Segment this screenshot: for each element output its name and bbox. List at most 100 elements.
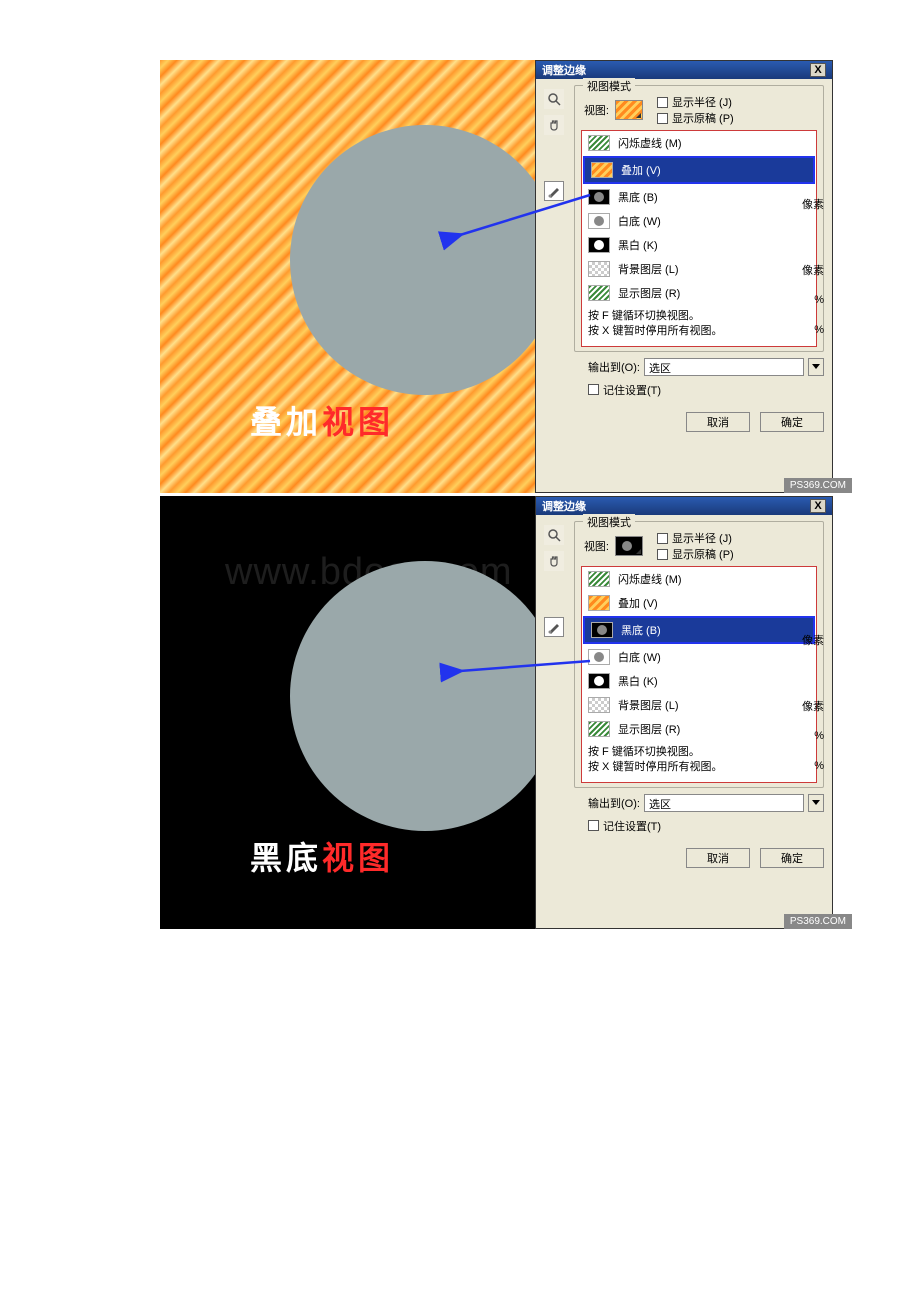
view-label: 视图: xyxy=(581,538,609,554)
dropdown-indicator-icon xyxy=(636,108,641,118)
view-swatch-button[interactable] xyxy=(615,536,643,556)
right-unit-labels: 像素像素%% xyxy=(784,625,824,811)
show-radius-checkbox[interactable]: 显示半径 (J) xyxy=(657,94,734,110)
checkbox-label: 显示原稿 (P) xyxy=(672,110,734,126)
view-mode-dropdown[interactable]: 闪烁虚线 (M)叠加 (V) 黑底 (B) 白底 (W) 黑白 (K) 背景图层 (L)… xyxy=(581,566,817,783)
view-mode-label: 黑白 (K) xyxy=(618,237,658,253)
tool-column xyxy=(544,525,566,643)
output-select[interactable]: 选区 xyxy=(644,358,804,376)
view-mode-thumb xyxy=(588,571,610,587)
dialog-titlebar[interactable]: 调整边缘 X xyxy=(536,497,832,515)
view-mode-item[interactable]: 闪烁虚线 (M) xyxy=(582,131,816,155)
view-mode-item[interactable]: 黑底 (B) xyxy=(582,185,816,209)
view-mode-item[interactable]: 显示图层 (R) xyxy=(582,281,816,305)
show-radius-checkbox[interactable]: 显示半径 (J) xyxy=(657,530,734,546)
remember-settings-checkbox[interactable]: 记住设置(T) xyxy=(588,382,824,398)
view-checkboxes: 显示半径 (J)显示原稿 (P) xyxy=(657,530,734,562)
dialog-button-row: 取消确定 xyxy=(536,408,832,436)
refine-brush-icon[interactable] xyxy=(544,617,564,637)
view-mode-dropdown[interactable]: 闪烁虚线 (M) 叠加 (V) 黑底 (B) 白底 (W) 黑白 (K) 背景图层 (L)… xyxy=(581,130,817,347)
dialog-title: 调整边缘 xyxy=(542,62,586,78)
screenshot-1: www.bdocx.com黑底视图调整边缘 X 视图模式视图: 显示半径 (J)显示原… xyxy=(160,496,852,929)
selection-circle xyxy=(290,561,535,831)
view-mode-item[interactable]: 闪烁虚线 (M) xyxy=(582,567,816,591)
group-title: 视图模式 xyxy=(583,514,635,530)
close-button[interactable]: X xyxy=(810,499,826,513)
watermark-brand: PS369.COM xyxy=(784,914,852,929)
ok-button[interactable]: 确定 xyxy=(760,412,824,432)
canvas-preview: www.bdocx.com黑底视图 xyxy=(160,496,535,929)
remember-settings-checkbox[interactable]: 记住设置(T) xyxy=(588,818,824,834)
view-mode-item[interactable]: 叠加 (V) xyxy=(582,591,816,615)
view-mode-thumb xyxy=(588,237,610,253)
canvas-caption: 叠加视图 xyxy=(250,397,394,443)
view-mode-thumb xyxy=(588,189,610,205)
checkbox-box[interactable] xyxy=(657,97,668,108)
view-mode-item[interactable]: 背景图层 (L) xyxy=(582,257,816,281)
dialog-titlebar[interactable]: 调整边缘 X xyxy=(536,61,832,79)
checkbox-label: 记住设置(T) xyxy=(603,382,661,398)
view-mode-label: 黑底 (B) xyxy=(618,189,658,205)
checkbox-box[interactable] xyxy=(588,384,599,395)
unit-label: 像素 xyxy=(784,691,824,721)
unit-label: 像素 xyxy=(784,255,824,285)
canvas-caption: 黑底视图 xyxy=(250,833,394,879)
hint-line: 按 F 键循环切换视图。 xyxy=(588,309,810,324)
cancel-button[interactable]: 取消 xyxy=(686,848,750,868)
checkbox-label: 记住设置(T) xyxy=(603,818,661,834)
view-swatch-button[interactable] xyxy=(615,100,643,120)
checkbox-box[interactable] xyxy=(657,113,668,124)
view-mode-thumb xyxy=(588,697,610,713)
output-label: 输出到(O): xyxy=(588,359,640,375)
view-mode-label: 黑白 (K) xyxy=(618,673,658,689)
view-mode-item[interactable]: 白底 (W) xyxy=(582,209,816,233)
output-select[interactable]: 选区 xyxy=(644,794,804,812)
view-mode-item[interactable]: 白底 (W) xyxy=(582,645,816,669)
view-mode-label: 白底 (W) xyxy=(618,213,661,229)
close-button[interactable]: X xyxy=(810,63,826,77)
output-label: 输出到(O): xyxy=(588,795,640,811)
tool-column xyxy=(544,89,566,207)
view-swatch-row: 视图: 显示半径 (J)显示原稿 (P) xyxy=(581,530,817,562)
view-mode-item[interactable]: 黑白 (K) xyxy=(582,233,816,257)
hint-line: 按 X 键暂时停用所有视图。 xyxy=(588,760,810,775)
hint-line: 按 X 键暂时停用所有视图。 xyxy=(588,324,810,339)
unit-label: % xyxy=(784,315,824,345)
view-mode-thumb xyxy=(588,213,610,229)
hand-icon[interactable] xyxy=(544,551,564,571)
checkbox-box[interactable] xyxy=(657,533,668,544)
view-mode-thumb xyxy=(588,673,610,689)
right-unit-labels: 像素像素%% xyxy=(784,189,824,375)
checkbox-label: 显示半径 (J) xyxy=(672,94,732,110)
dialog-title: 调整边缘 xyxy=(542,498,586,514)
show-original-checkbox[interactable]: 显示原稿 (P) xyxy=(657,110,734,126)
show-original-checkbox[interactable]: 显示原稿 (P) xyxy=(657,546,734,562)
view-mode-thumb xyxy=(588,285,610,301)
zoom-icon[interactable] xyxy=(544,89,564,109)
caption-part-a: 黑底 xyxy=(250,840,322,876)
checkbox-box[interactable] xyxy=(657,549,668,560)
view-mode-label: 白底 (W) xyxy=(618,649,661,665)
ok-button[interactable]: 确定 xyxy=(760,848,824,868)
view-mode-item[interactable]: 背景图层 (L) xyxy=(582,693,816,717)
view-mode-item[interactable]: 叠加 (V) xyxy=(583,156,815,184)
view-mode-label: 叠加 (V) xyxy=(621,162,661,178)
checkbox-label: 显示原稿 (P) xyxy=(672,546,734,562)
checkbox-box[interactable] xyxy=(588,820,599,831)
view-mode-item[interactable]: 黑底 (B) xyxy=(583,616,815,644)
view-mode-hint: 按 F 键循环切换视图。按 X 键暂时停用所有视图。 xyxy=(582,305,816,346)
view-swatch-row: 视图: 显示半径 (J)显示原稿 (P) xyxy=(581,94,817,126)
view-label: 视图: xyxy=(581,102,609,118)
refine-brush-icon[interactable] xyxy=(544,181,564,201)
zoom-icon[interactable] xyxy=(544,525,564,545)
hand-icon[interactable] xyxy=(544,115,564,135)
cancel-button[interactable]: 取消 xyxy=(686,412,750,432)
unit-label: % xyxy=(784,751,824,781)
view-mode-thumb xyxy=(591,162,613,178)
caption-part-b: 视图 xyxy=(322,404,394,440)
screenshot-0: 叠加视图调整边缘X视图模式视图:显示半径 (J)显示原稿 (P)闪烁虚线 (M)… xyxy=(160,60,852,493)
view-mode-label: 黑底 (B) xyxy=(621,622,661,638)
view-mode-item[interactable]: 黑白 (K) xyxy=(582,669,816,693)
view-mode-thumb xyxy=(588,261,610,277)
view-mode-item[interactable]: 显示图层 (R) xyxy=(582,717,816,741)
